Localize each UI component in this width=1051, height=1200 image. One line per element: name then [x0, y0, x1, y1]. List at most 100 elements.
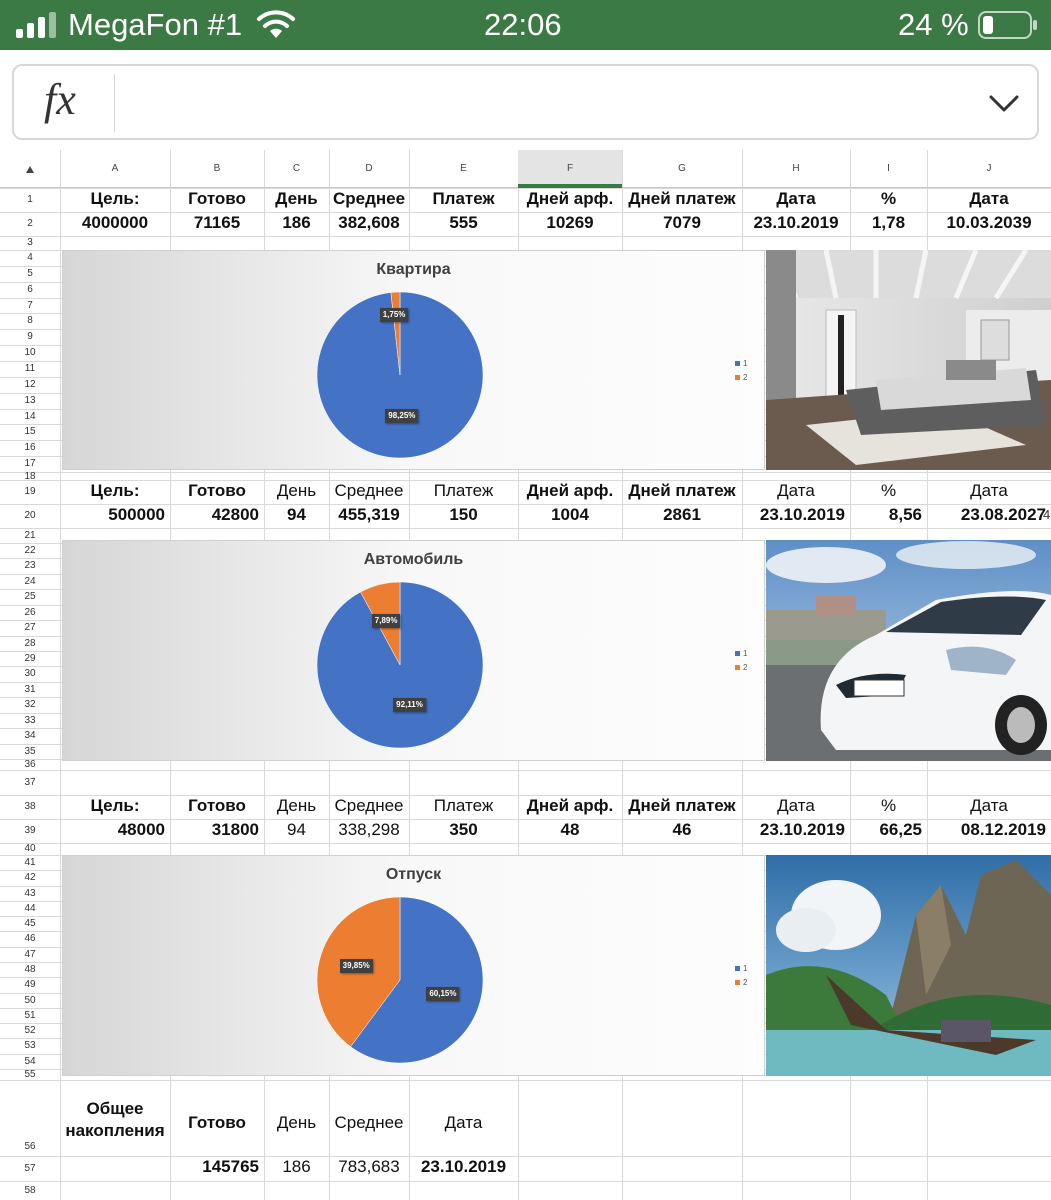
- row-header[interactable]: 17: [0, 456, 60, 472]
- row-header[interactable]: 47: [0, 947, 60, 962]
- row-header[interactable]: 51: [0, 1008, 60, 1023]
- row-header[interactable]: 15: [0, 424, 60, 440]
- row-header[interactable]: 44: [0, 901, 60, 916]
- row-header[interactable]: 25: [0, 589, 60, 604]
- column-header-i[interactable]: I: [850, 150, 927, 188]
- row-header[interactable]: 16: [0, 440, 60, 456]
- row-header[interactable]: 48: [0, 962, 60, 977]
- row-header[interactable]: 5: [0, 266, 60, 282]
- row-header[interactable]: 6: [0, 282, 60, 298]
- row-header[interactable]: 3: [0, 236, 60, 250]
- column-header-f[interactable]: F: [518, 150, 622, 188]
- row-header[interactable]: 22: [0, 543, 60, 558]
- row-header[interactable]: 39: [0, 819, 60, 843]
- row-header[interactable]: 34: [0, 728, 60, 743]
- car-photo[interactable]: [766, 540, 1051, 761]
- summary-label: Общее накопления: [65, 1099, 165, 1140]
- row-header[interactable]: 29: [0, 651, 60, 666]
- row-header[interactable]: 7: [0, 298, 60, 314]
- header-cell: Цель:: [90, 189, 140, 208]
- row-header[interactable]: 41: [0, 855, 60, 870]
- row-header[interactable]: 31: [0, 682, 60, 697]
- row-header[interactable]: 57: [0, 1156, 60, 1181]
- row-header[interactable]: 56: [0, 1080, 60, 1156]
- row-header[interactable]: 30: [0, 666, 60, 681]
- row-header[interactable]: 46: [0, 931, 60, 946]
- value-cell: 2861: [663, 505, 701, 524]
- value-cell: 23.10.2019: [759, 505, 845, 524]
- function-icon[interactable]: fx: [44, 74, 76, 125]
- row-header[interactable]: 33: [0, 713, 60, 728]
- row-header[interactable]: 43: [0, 886, 60, 901]
- formula-bar[interactable]: fx: [12, 64, 1039, 140]
- row-header[interactable]: 2: [0, 212, 60, 236]
- row-header[interactable]: 27: [0, 620, 60, 635]
- row-header[interactable]: 49: [0, 977, 60, 992]
- chart-avtomobil[interactable]: Автомобиль 92,11% 7,89% 1 2: [62, 540, 765, 761]
- legend-swatch: [735, 361, 740, 367]
- value-cell: 42800: [211, 505, 259, 524]
- value-cell: 8,56: [888, 505, 922, 524]
- value-cell: 150: [449, 505, 478, 524]
- column-header-c[interactable]: C: [264, 150, 329, 188]
- row-header[interactable]: 36: [0, 759, 60, 770]
- row-header[interactable]: 24: [0, 574, 60, 589]
- row-header[interactable]: 42: [0, 870, 60, 885]
- row-header[interactable]: 12: [0, 377, 60, 393]
- chevron-down-icon[interactable]: [987, 86, 1021, 120]
- column-header-h[interactable]: H: [742, 150, 850, 188]
- row-header[interactable]: 58: [0, 1181, 60, 1200]
- row-header[interactable]: 19: [0, 480, 60, 504]
- row-header[interactable]: 1: [0, 188, 60, 212]
- header-cell: Среднее: [334, 481, 404, 500]
- row-header[interactable]: 21: [0, 528, 60, 543]
- row-header[interactable]: 10: [0, 345, 60, 361]
- row-header[interactable]: 14: [0, 409, 60, 425]
- row-header[interactable]: 8: [0, 313, 60, 329]
- row-header[interactable]: 4: [0, 250, 60, 266]
- row-header[interactable]: 50: [0, 993, 60, 1008]
- legend-swatch: [735, 651, 740, 657]
- row-header[interactable]: 54: [0, 1054, 60, 1069]
- column-header-b[interactable]: B: [170, 150, 264, 188]
- status-bar: MegaFon #1 22:06 24 %: [0, 0, 1051, 50]
- row-header[interactable]: 52: [0, 1023, 60, 1038]
- row-header[interactable]: 35: [0, 744, 60, 759]
- row-header[interactable]: 13: [0, 393, 60, 409]
- row-header[interactable]: 18: [0, 472, 60, 482]
- header-cell: %: [880, 481, 897, 500]
- summary-header: Дата: [444, 1113, 483, 1132]
- row-header[interactable]: 20: [0, 504, 60, 528]
- column-header-g[interactable]: G: [622, 150, 742, 188]
- header-cell: Дней платеж: [628, 481, 736, 500]
- data-label: 98,25%: [385, 409, 419, 424]
- legend-label: 2: [743, 978, 748, 987]
- value-cell: 186: [282, 213, 311, 232]
- value-cell: 94: [287, 820, 306, 839]
- row-header[interactable]: 38: [0, 795, 60, 819]
- grid-hline: [0, 1080, 1051, 1081]
- column-header-d[interactable]: D: [329, 150, 409, 188]
- row-header[interactable]: 37: [0, 770, 60, 795]
- row-header[interactable]: 9: [0, 329, 60, 345]
- row-header[interactable]: 23: [0, 558, 60, 573]
- row-header[interactable]: 40: [0, 843, 60, 855]
- header-cell: Готово: [188, 189, 246, 208]
- row-header[interactable]: 26: [0, 605, 60, 620]
- column-header-j[interactable]: J: [927, 150, 1051, 188]
- column-header-e[interactable]: E: [409, 150, 518, 188]
- row-header[interactable]: 28: [0, 636, 60, 651]
- row-header[interactable]: 11: [0, 361, 60, 377]
- bedroom-photo[interactable]: [766, 250, 1051, 470]
- spreadsheet-grid[interactable]: ABCDEFGHIJ 1 2 3 4 5 6 7 8 9 10 11 12 13 14 15 16 17 18 19…: [0, 150, 1051, 1200]
- row-header[interactable]: 45: [0, 916, 60, 931]
- row-header[interactable]: 53: [0, 1038, 60, 1053]
- tropical-boat-photo[interactable]: [766, 855, 1051, 1076]
- select-all-corner[interactable]: [26, 166, 34, 173]
- row-header[interactable]: 32: [0, 697, 60, 712]
- chart-kvartira[interactable]: Квартира 98,25% 1,75% 1 2: [62, 250, 765, 470]
- chart-otpusk[interactable]: Отпуск 60,15% 39,85% 1 2: [62, 855, 765, 1076]
- column-header-a[interactable]: A: [60, 150, 170, 188]
- header-cell: Дата: [777, 796, 815, 815]
- row-header[interactable]: 55: [0, 1069, 60, 1080]
